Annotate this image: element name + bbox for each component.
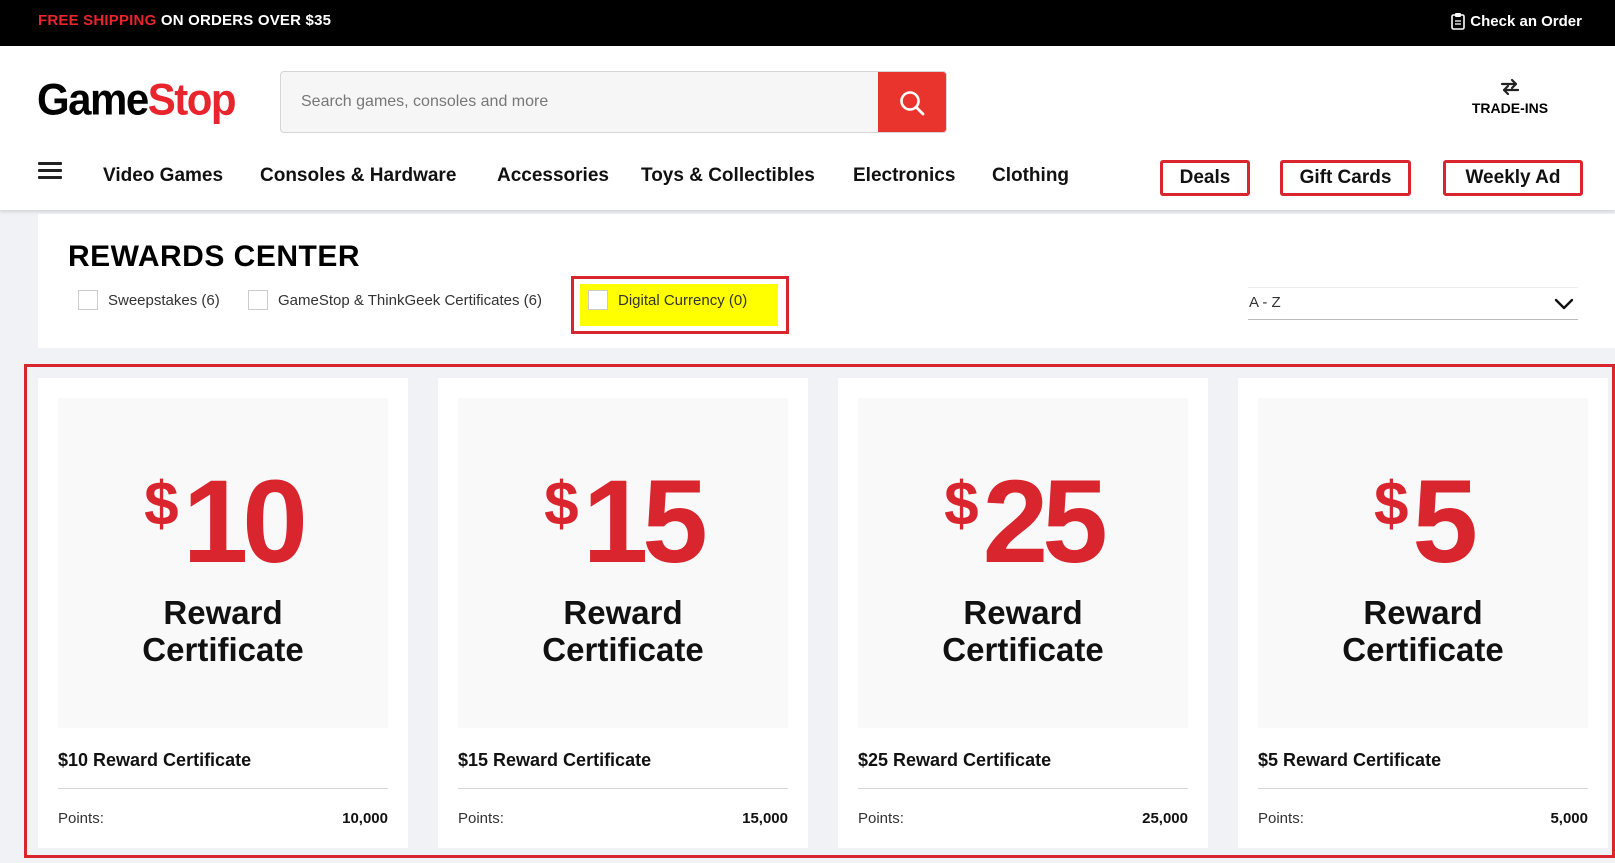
search-input[interactable] [281, 72, 879, 132]
nav-video-games[interactable]: Video Games [103, 165, 223, 187]
product-card[interactable]: $5 Reward Certificate $5 Reward Certifica… [1238, 378, 1608, 848]
points-label: Points: [58, 810, 104, 827]
free-shipping-text: FREE SHIPPING [38, 12, 157, 29]
nav-consoles-hardware[interactable]: Consoles & Hardware [260, 165, 456, 187]
chevron-down-icon [1554, 298, 1574, 310]
points-value: 25,000 [1142, 810, 1188, 827]
product-title[interactable]: $10 Reward Certificate [58, 750, 251, 771]
menu-icon[interactable] [38, 162, 62, 180]
search-bar [280, 71, 947, 133]
promo-bar: FREE SHIPPING ON ORDERS OVER $35 Check a… [0, 0, 1615, 46]
caption-line-1: Reward [1363, 594, 1483, 631]
caption-line-1: Reward [963, 594, 1083, 631]
trade-ins-label: TRADE-INS [1471, 100, 1549, 116]
nav-accessories[interactable]: Accessories [497, 165, 609, 187]
points-value: 10,000 [342, 810, 388, 827]
certificate-amount: $10 [58, 463, 388, 581]
divider [858, 788, 1188, 789]
filter-certificates[interactable]: GameStop & ThinkGeek Certificates (6) [248, 290, 542, 310]
dollar-sign: $ [944, 470, 979, 539]
amount-number: 25 [982, 456, 1108, 588]
amount-number: 5 [1412, 456, 1478, 588]
filter-digital-currency[interactable]: Digital Currency (0) [588, 290, 747, 310]
trade-arrows-icon [1500, 78, 1520, 96]
product-title[interactable]: $15 Reward Certificate [458, 750, 651, 771]
certificate-amount: $5 [1258, 463, 1588, 581]
product-card[interactable]: $15 Reward Certificate $15 Reward Certifi… [438, 378, 808, 848]
sweepstakes-label: Sweepstakes (6) [108, 291, 220, 309]
clipboard-icon [1451, 13, 1466, 30]
caption-line-2: Certificate [142, 631, 304, 668]
certificates-label: GameStop & ThinkGeek Certificates (6) [278, 291, 542, 309]
product-card[interactable]: $10 Reward Certificate $10 Reward Certifi… [38, 378, 408, 848]
dollar-sign: $ [144, 470, 179, 539]
orders-over-text: ON ORDERS OVER $35 [156, 12, 332, 29]
deals-button[interactable]: Deals [1160, 160, 1250, 196]
divider [58, 788, 388, 789]
certificates-checkbox[interactable] [248, 290, 268, 310]
sweepstakes-checkbox[interactable] [78, 290, 98, 310]
product-card[interactable]: $25 Reward Certificate $25 Reward Certifi… [838, 378, 1208, 848]
divider [458, 788, 788, 789]
certificate-amount: $15 [458, 463, 788, 581]
caption-line-1: Reward [163, 594, 283, 631]
points-label: Points: [1258, 810, 1304, 827]
caption-line-2: Certificate [542, 631, 704, 668]
sort-dropdown[interactable]: A - Z [1248, 287, 1578, 320]
search-icon [900, 91, 925, 116]
logo-stop-text: Stop [147, 74, 237, 125]
digital-currency-label: Digital Currency (0) [618, 291, 748, 309]
certificate-amount: $25 [858, 463, 1188, 581]
gift-cards-button[interactable]: Gift Cards [1280, 160, 1411, 196]
logo-game-text: Game [37, 74, 149, 125]
product-title[interactable]: $25 Reward Certificate [858, 750, 1051, 771]
caption-line-2: Certificate [1342, 631, 1504, 668]
trade-ins-link[interactable]: TRADE-INS [1465, 76, 1555, 116]
nav-electronics[interactable]: Electronics [853, 165, 955, 187]
certificate-caption: Reward Certificate [1258, 594, 1588, 668]
rewards-panel: REWARDS CENTER Sweepstakes (6) GameStop … [38, 214, 1615, 348]
certificate-caption: Reward Certificate [58, 594, 388, 668]
nav-toys-collectibles[interactable]: Toys & Collectibles [641, 165, 815, 187]
amount-number: 15 [582, 456, 708, 588]
search-button[interactable] [878, 72, 946, 132]
product-image[interactable]: $15 Reward Certificate [458, 398, 788, 728]
sort-value: A - Z [1249, 294, 1281, 311]
filter-sweepstakes[interactable]: Sweepstakes (6) [78, 290, 220, 310]
dollar-sign: $ [544, 470, 579, 539]
product-image[interactable]: $25 Reward Certificate [858, 398, 1188, 728]
certificate-caption: Reward Certificate [858, 594, 1188, 668]
amount-number: 10 [182, 456, 308, 588]
site-header: GameStop TRADE-INS Video Games Consoles … [0, 46, 1615, 210]
weekly-ad-button[interactable]: Weekly Ad [1443, 160, 1583, 196]
check-order-label: Check an Order [1470, 12, 1582, 30]
points-value: 15,000 [742, 810, 788, 827]
dollar-sign: $ [1373, 470, 1409, 539]
digital-currency-checkbox[interactable] [588, 290, 608, 310]
product-image[interactable]: $5 Reward Certificate [1258, 398, 1588, 728]
points-label: Points: [458, 810, 504, 827]
nav-clothing[interactable]: Clothing [992, 165, 1069, 187]
caption-line-2: Certificate [942, 631, 1104, 668]
page-title: REWARDS CENTER [68, 240, 361, 273]
check-order-link[interactable]: Check an Order [1451, 12, 1582, 30]
product-image[interactable]: $10 Reward Certificate [58, 398, 388, 728]
divider [1258, 788, 1588, 789]
gamestop-logo[interactable]: GameStop [37, 74, 237, 125]
points-value: 5,000 [1550, 810, 1588, 827]
caption-line-1: Reward [563, 594, 683, 631]
certificate-caption: Reward Certificate [458, 594, 788, 668]
product-title[interactable]: $5 Reward Certificate [1258, 750, 1441, 771]
points-label: Points: [858, 810, 904, 827]
free-shipping-banner: FREE SHIPPING ON ORDERS OVER $35 [38, 12, 331, 29]
